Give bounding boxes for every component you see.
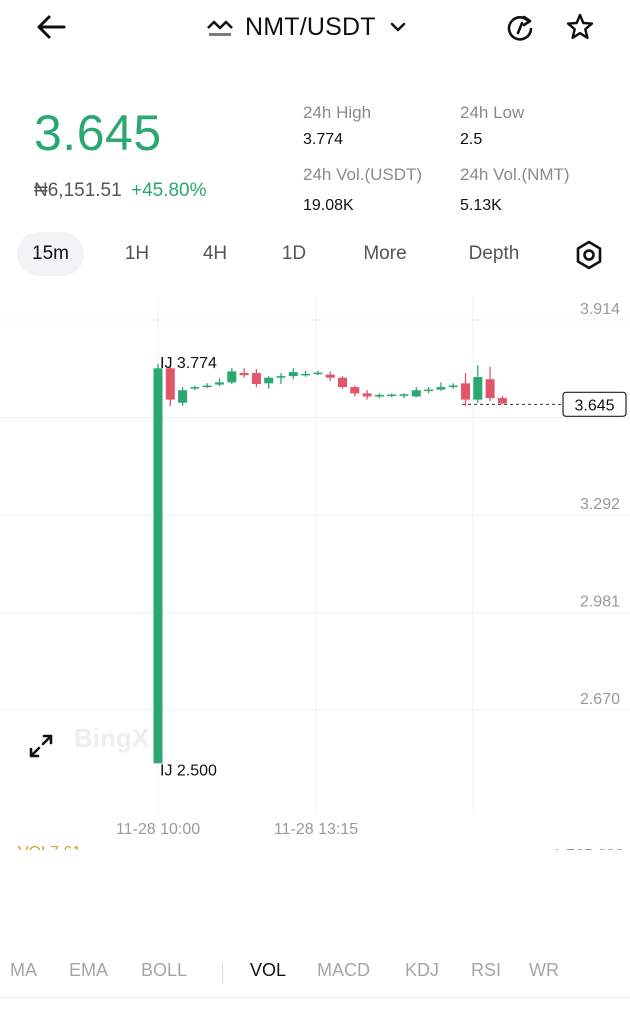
candle-body [165,368,175,400]
candle-body [350,387,360,394]
refresh-icon[interactable] [505,13,535,43]
candle-body [190,387,200,389]
x-axis-labels: 11-28 10:00 11-28 13:15 [116,821,358,838]
indicator-rsi[interactable]: RSI [471,960,501,981]
x-tick-label: 11-28 13:15 [274,821,358,838]
low-label: 24h Low [460,103,525,122]
fiat-price: ₦6,151.51 [34,180,122,201]
candle-body [313,372,323,375]
arrow-left-icon[interactable] [34,13,68,41]
vol-nmt-value: 5.13K [460,197,502,214]
candle-body [374,394,384,397]
candle-body [153,368,163,764]
indicator-vol[interactable]: VOL [250,960,286,981]
pair-name: NMT/USDT [245,12,376,41]
tab-1d[interactable]: 1D [269,232,319,276]
candle-body [436,387,446,390]
token-logo-icon [207,20,233,36]
chevron-down-icon [390,22,405,32]
candle-body [301,373,311,376]
candle-body [338,377,347,388]
candle-body [473,377,483,400]
last-price: 3.645 [34,105,162,161]
indicator-ema[interactable]: EMA [69,960,108,981]
y-tick-label: 2.981 [580,594,620,611]
indicator-macd[interactable]: MACD [317,960,370,981]
top-bar: NMT/USDT [0,0,630,60]
candle-body [215,382,224,385]
tab-depth[interactable]: Depth [455,232,533,276]
candle-body [461,383,470,400]
candle-body [239,372,249,376]
vol-usdt-value: 19.08K [303,197,354,214]
price-markers: IJ 3.774 IJ 2.500 3.645 [160,355,627,779]
star-icon[interactable] [566,13,594,41]
y-tick-label: 2.670 [580,691,620,708]
low-value: 2.5 [460,131,483,148]
y-tick-label: 3.914 [580,301,620,318]
candle-body [276,376,286,378]
candle-body [387,394,397,397]
chart-watermark: BingX [74,723,150,753]
high-marker: IJ 3.774 [160,355,217,372]
candle-body [264,377,274,384]
indicator-ma[interactable]: MA [10,960,37,981]
tab-4h[interactable]: 4H [190,232,240,276]
bottom-divider [0,997,630,998]
volume-max-label: 1,765.630 [553,847,624,850]
y-axis-labels: 3.9143.6033.2922.9812.670 [580,301,620,708]
last-price-label: 3.645 [574,397,614,414]
candle-body [227,371,237,383]
expand-icon[interactable] [28,733,54,759]
candle-body [424,389,434,392]
volume-panel: VOL7.611,765.6300.000 [18,844,624,850]
candle-body [362,393,372,397]
settings-icon[interactable] [574,240,604,270]
vol-usdt-label: 24h Vol.(USDT) [303,165,423,184]
timeframe-tabs: 15m 1H 4H 1D More Depth [0,232,630,278]
low-marker: IJ 2.500 [160,762,217,779]
candle-body [178,390,188,403]
candle-body [399,394,409,396]
price-change: +45.80% [130,180,207,201]
candle-body [251,372,261,384]
candle-body [288,372,298,377]
candle-body [497,398,507,404]
high-value: 3.774 [303,131,344,148]
indicator-tabs: MA EMA BOLL VOL MACD KDJ RSI WR [0,960,630,990]
volume-label: VOL7.61 [18,844,81,850]
indicator-divider [222,964,223,984]
candlestick-chart[interactable]: BingX 3.9143.6033.2922.9812.670 IJ 3.774… [0,290,630,850]
y-tick-label: 3.292 [580,496,620,513]
pair-selector[interactable]: NMT/USDT [205,12,406,42]
candle-body [202,385,212,388]
tab-more[interactable]: More [350,232,420,276]
indicator-boll[interactable]: BOLL [141,960,187,981]
indicator-wr[interactable]: WR [529,960,559,981]
high-label: 24h High [303,103,372,122]
tab-1h[interactable]: 1H [112,232,162,276]
candles [153,363,507,764]
candle-body [485,379,495,399]
x-tick-label: 11-28 10:00 [116,821,200,838]
candle-body [411,390,421,397]
indicator-kdj[interactable]: KDJ [405,960,439,981]
candle-body [448,385,458,388]
candle-body [325,374,335,378]
vol-nmt-label: 24h Vol.(NMT) [460,165,570,184]
fiat-price-row: ₦6,151.51 +45.80% [34,180,207,202]
tab-15m[interactable]: 15m [17,232,84,276]
